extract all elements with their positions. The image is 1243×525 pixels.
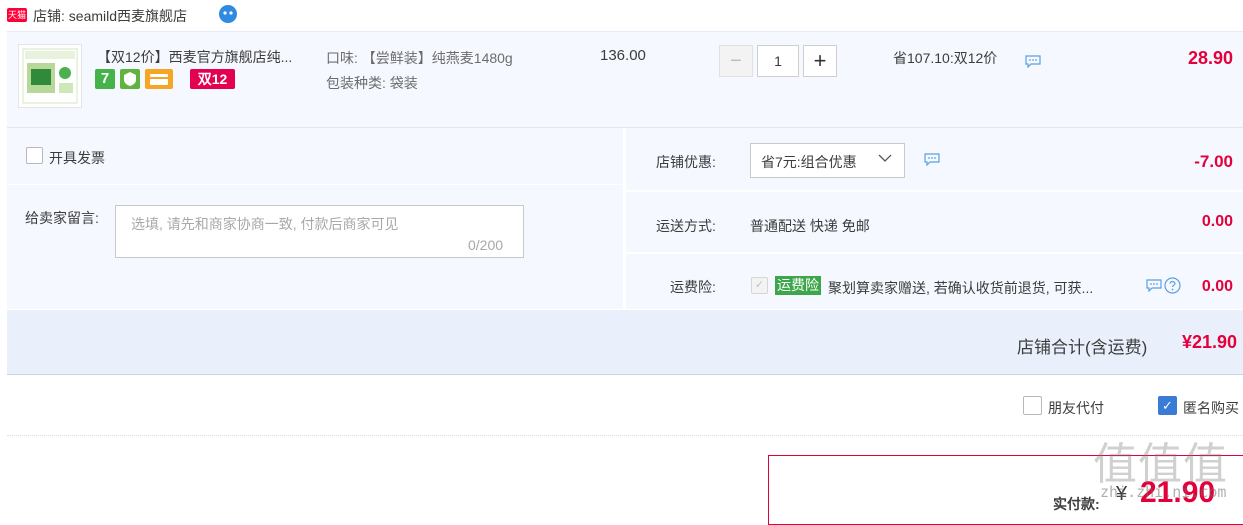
unit-price: 136.00	[600, 47, 646, 64]
product-image-icon	[22, 48, 78, 104]
divider	[7, 435, 1243, 436]
quantity-increase-button[interactable]: +	[803, 45, 837, 77]
shop-total-label: 店铺合计(含运费)	[1017, 338, 1148, 357]
product-thumbnail[interactable]	[18, 44, 82, 108]
shop-promo-amount: -7.00	[1194, 152, 1233, 171]
comment-icon[interactable]	[1025, 55, 1041, 68]
shipping-label: 运送方式:	[656, 218, 716, 234]
seller-message-placeholder: 选填, 请先和商家协商一致, 付款后商家可见	[131, 216, 399, 232]
item-subtotal: 28.90	[1187, 48, 1233, 68]
help-icon[interactable]	[1164, 277, 1181, 294]
invoice-checkbox[interactable]	[26, 147, 43, 164]
insurance-label: 运费险:	[670, 279, 716, 295]
quantity-decrease-button[interactable]: −	[719, 45, 753, 77]
shipping-amount: 0.00	[1201, 213, 1233, 230]
shop-promo-label: 店铺优惠:	[656, 154, 716, 170]
friend-pay-label[interactable]: 朋友代付	[1048, 398, 1104, 418]
watermark-site: zhi.zhi.ni.com	[1100, 483, 1227, 501]
anonymous-checkbox[interactable]: ✓	[1158, 396, 1177, 415]
shop-total-amount: ¥21.90	[1181, 332, 1237, 352]
shipping-panel	[626, 192, 1243, 252]
message-char-count: 0/200	[468, 237, 504, 253]
quantity-input[interactable]: 1	[757, 45, 799, 77]
shipping-method: 普通配送 快递 免邮	[750, 218, 870, 234]
sku-package: 包装种类: 袋装	[326, 75, 418, 91]
shop-promo-value: 省7元:组合优惠	[761, 154, 857, 170]
comment-icon[interactable]	[924, 153, 940, 166]
tmall-logo-icon: 天猫	[7, 8, 27, 22]
invoice-label[interactable]: 开具发票	[49, 148, 105, 168]
wangwang-chat-icon[interactable]	[218, 4, 238, 24]
seven-day-return-badge: 7	[95, 69, 115, 89]
insurance-checkbox: ✓	[751, 277, 768, 294]
insurance-amount: 0.00	[1201, 278, 1233, 295]
anonymous-label[interactable]: 匿名购买	[1183, 398, 1239, 418]
friend-pay-checkbox[interactable]	[1023, 396, 1042, 415]
pay-label: 实付款:	[1053, 496, 1100, 512]
credit-card-icon	[145, 69, 173, 89]
seller-message-label: 给卖家留言:	[25, 210, 99, 226]
comment-icon[interactable]	[1146, 279, 1162, 292]
insurance-badge: 运费险	[775, 276, 821, 295]
chevron-down-icon	[878, 154, 892, 162]
shop-name[interactable]: 店铺: seamild西麦旗舰店	[33, 6, 187, 26]
shield-icon	[120, 69, 140, 89]
sku-flavor: 口味: 【尝鲜装】纯燕麦1480g	[326, 50, 513, 66]
product-title[interactable]: 【双12价】西麦官方旗舰店纯...	[97, 47, 292, 67]
double12-badge: 双12	[190, 69, 235, 89]
discount-note: 省107.10:双12价	[893, 50, 998, 66]
insurance-description: 聚划算卖家赠送, 若确认收货前退货, 可获...	[828, 280, 1094, 296]
